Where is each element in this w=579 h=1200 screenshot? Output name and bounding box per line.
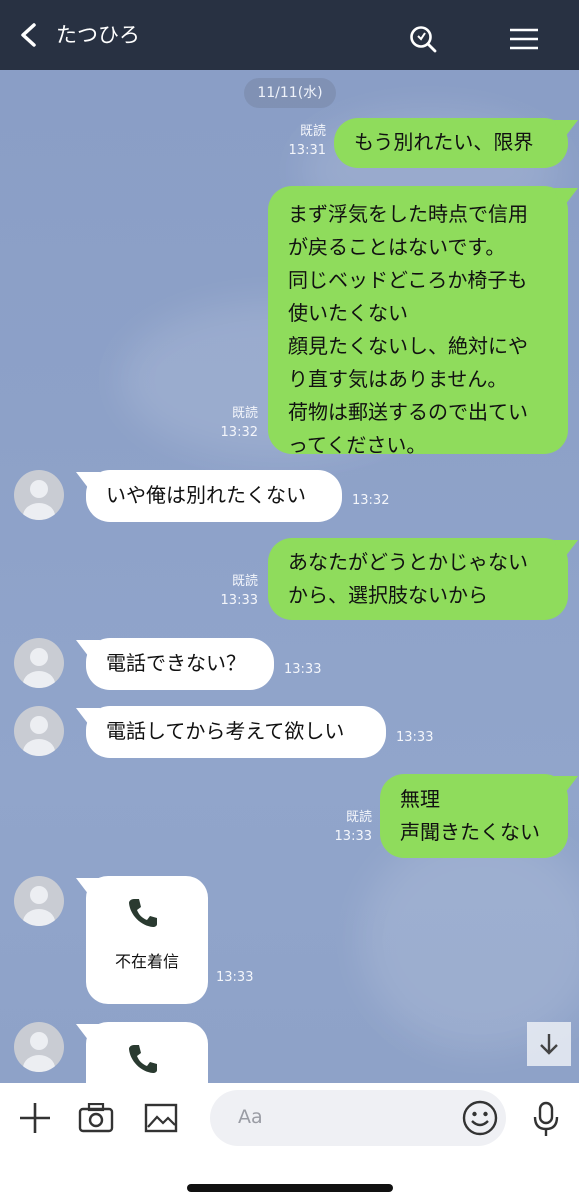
default-avatar-icon [23,480,55,520]
emoji-icon[interactable] [462,1100,498,1136]
arrow-down-icon [540,1034,558,1055]
message-time: 13:33 [334,829,372,844]
message-input-placeholder: Aa [238,1106,263,1128]
default-avatar-icon [23,716,55,756]
message-time: 13:32 [352,493,390,508]
message-time: 13:31 [288,143,326,158]
default-avatar-icon [23,1032,55,1072]
default-avatar-icon [23,648,55,688]
read-receipt: 既読 [345,810,372,825]
message-time: 13:33 [220,593,258,608]
avatar[interactable] [14,470,64,520]
scroll-to-bottom-button[interactable] [527,1022,571,1066]
menu-icon[interactable] [510,28,538,50]
message-bubble-sent[interactable]: 無理 声聞きたくない [380,774,568,858]
chat-area[interactable]: 11/11(水) 既読 13:31 もう別れたい、限界 既読 13:32 まず浮… [0,70,579,1083]
message-time: 13:32 [220,425,258,440]
message-meta: 既読 13:32 [212,404,258,442]
chat-title: たつひろ [56,23,140,47]
back-chevron-icon[interactable] [16,22,42,48]
missed-call-bubble[interactable] [86,1022,208,1083]
message-bubble-received[interactable]: 電話できない？ [86,638,274,690]
message-time: 13:33 [396,730,434,745]
phone-icon [129,1045,157,1073]
avatar[interactable] [14,638,64,688]
message-bubble-received[interactable]: いや俺は別れたくない [86,470,342,522]
chat-header: たつひろ [0,0,579,70]
default-avatar-icon [23,886,55,926]
message-input[interactable]: Aa [210,1090,506,1146]
phone-icon [129,899,157,927]
image-icon[interactable] [144,1103,178,1133]
message-bubble-sent[interactable]: もう別れたい、限界 [334,118,568,168]
home-indicator [187,1184,393,1192]
missed-call-label: 不在着信 [114,952,179,971]
message-bubble-sent[interactable]: まず浮気をした時点で信用 が戻ることはないです。 同じベッドどころか椅子も 使い… [268,186,568,457]
message-time: 13:33 [216,970,254,985]
message-bubble-received[interactable]: 電話してから考えて欲しい [86,706,386,758]
message-bubble-sent[interactable]: あなたがどうとかじゃない から、選択肢ないから [268,538,568,620]
plus-icon[interactable] [18,1101,52,1135]
missed-call-bubble[interactable]: 不在着信 [86,876,208,1004]
message-time: 13:33 [284,662,322,677]
avatar[interactable] [14,876,64,926]
read-receipt: 既読 [231,574,258,589]
camera-icon[interactable] [78,1103,114,1133]
message-meta: 既読 13:31 [280,122,326,160]
sky-cloud [360,830,579,1050]
message-meta: 既読 13:33 [326,808,372,846]
input-bar: Aa [0,1083,579,1200]
avatar[interactable] [14,1022,64,1072]
message-meta: 既読 13:33 [212,572,258,610]
microphone-icon[interactable] [532,1101,560,1137]
date-separator: 11/11(水) [244,78,336,108]
search-icon[interactable] [408,24,438,54]
read-receipt: 既読 [299,124,326,139]
avatar[interactable] [14,706,64,756]
read-receipt: 既読 [231,406,258,421]
